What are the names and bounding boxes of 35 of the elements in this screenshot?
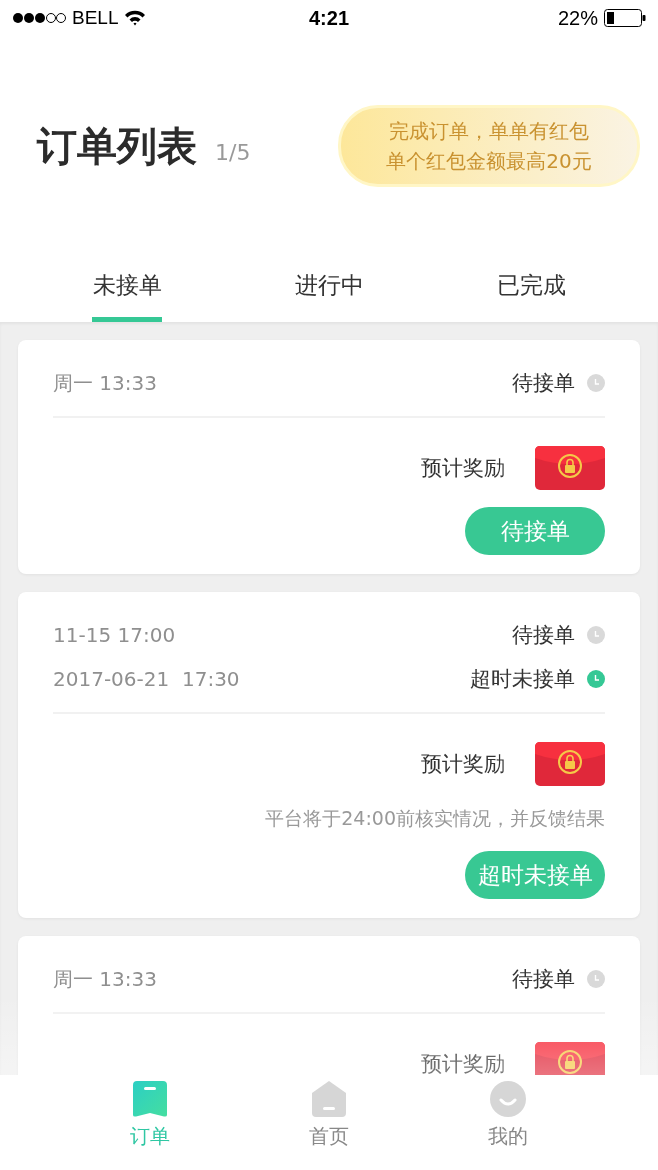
- order-status: 待接单: [512, 966, 575, 993]
- carrier-name: BELL: [72, 7, 119, 29]
- order-status: 待接单: [512, 370, 575, 397]
- order-time: 周一 13:33: [53, 369, 158, 397]
- clock-time: 4:21: [308, 6, 350, 30]
- reward-label: 预计奖励: [421, 751, 505, 778]
- order-status: 超时未接单: [470, 666, 575, 693]
- order-card[interactable]: 11-15 17:00 待接单 2017-06-21 17:30 超时未接单 预计奖励 平台将于24:00前核实情况，并反馈结果 超时未接单: [18, 592, 640, 918]
- smiley-icon: [490, 1081, 527, 1117]
- battery-percent: 22%: [557, 6, 598, 30]
- order-status: 待接单: [512, 622, 575, 649]
- home-icon: [312, 1081, 346, 1117]
- reward-label: 预计奖励: [421, 1051, 505, 1075]
- tab[interactable]: 已完成: [471, 248, 591, 322]
- order-card[interactable]: 周一 13:33 待接单 预计奖励: [18, 936, 640, 1075]
- signal-icon: [12, 12, 66, 24]
- order-time: 11-15 17:00: [53, 623, 177, 647]
- tab[interactable]: 进行中: [269, 248, 389, 322]
- page-title: 订单列表: [37, 121, 197, 171]
- order-card[interactable]: 周一 13:33 待接单 预计奖励 待接单: [18, 340, 640, 574]
- wifi-icon: [124, 10, 147, 26]
- note-text: 平台将于24:00前核实情况，并反馈结果: [264, 806, 605, 830]
- battery-icon: [604, 9, 646, 27]
- order-time: 2017-06-21 17:30: [53, 667, 241, 691]
- envelope-icon: [535, 1042, 605, 1075]
- reward-label: 预计奖励: [421, 455, 505, 482]
- promo-text: 完成订单，单单有红包: [389, 118, 589, 144]
- envelope-icon: [535, 742, 605, 786]
- nav-item[interactable]: 首页: [284, 1075, 374, 1170]
- envelope-icon: [535, 446, 605, 490]
- order-time: 周一 13:33: [53, 965, 158, 993]
- bookmark-icon: [132, 1081, 167, 1117]
- nav-item[interactable]: 我的: [463, 1075, 554, 1170]
- promo-text: 单个红包金额最高20元: [386, 148, 592, 174]
- page-count: 1/5: [215, 139, 251, 165]
